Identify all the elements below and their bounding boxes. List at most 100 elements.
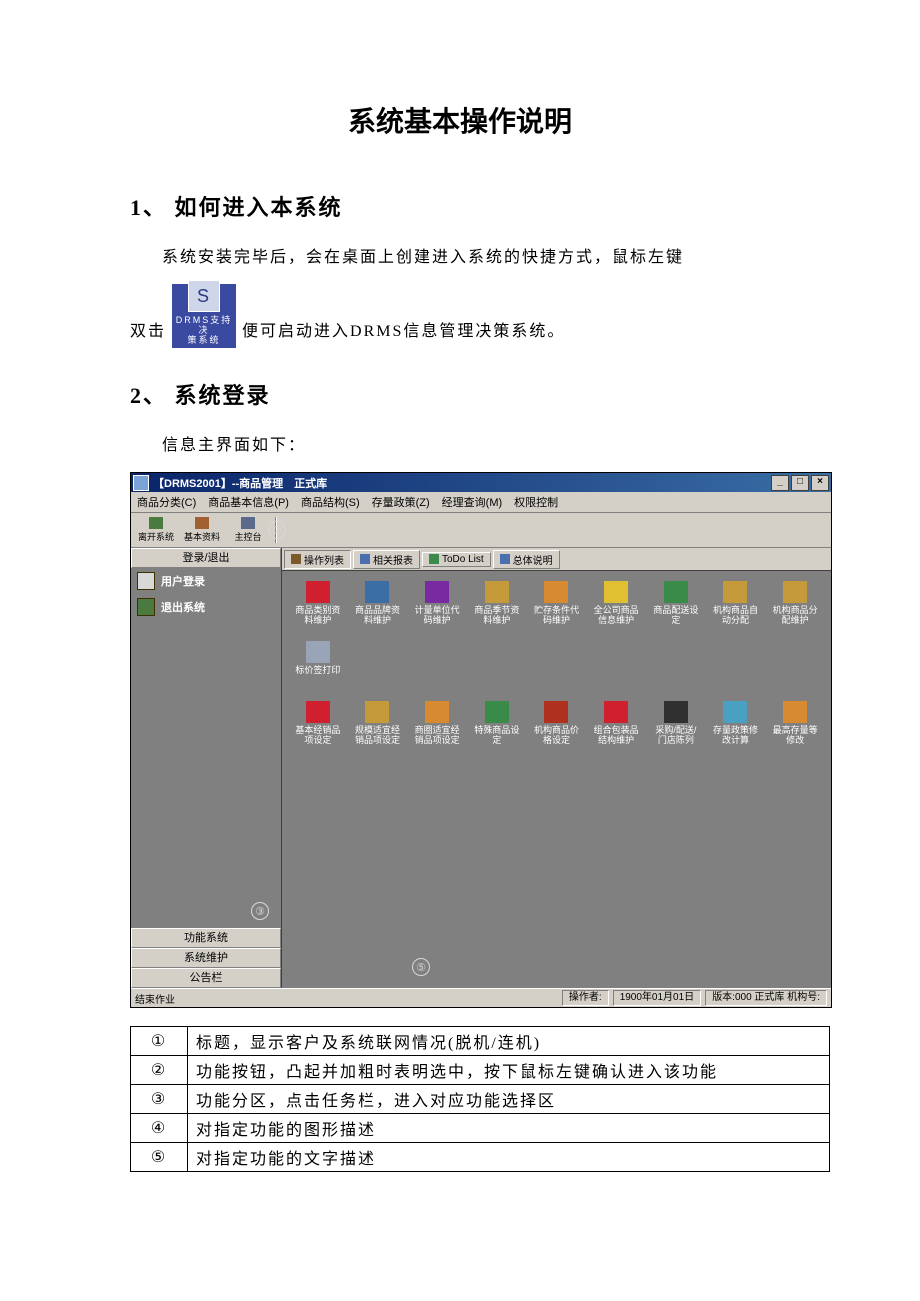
legend-num: ⑤ <box>131 1143 188 1172</box>
table-row: ②功能按钮，凸起并加粗时表明选中，按下鼠标左键确认进入该功能 <box>131 1056 830 1085</box>
app-icon-label: 采购/配送/ 门店陈列 <box>655 726 696 746</box>
function-glyph-icon <box>306 641 330 663</box>
legend-desc: 功能分区，点击任务栏，进入对应功能选择区 <box>188 1085 830 1114</box>
app-function-icon[interactable]: 全公司商品 信息维护 <box>586 581 646 637</box>
statusbar: 结束作业 操作者: 1900年01月01日 版本:000 正式库 机构号: <box>131 988 831 1007</box>
tab-overview[interactable]: 总体说明 <box>493 550 560 569</box>
titlebar: 【DRMS2001】--商品管理 正式库 _ □ × <box>131 473 831 492</box>
table-row: ③功能分区，点击任务栏，进入对应功能选择区 <box>131 1085 830 1114</box>
spacer <box>407 641 467 697</box>
app-function-icon[interactable]: 采购/配送/ 门店陈列 <box>646 701 706 757</box>
app-icon-label: 商圈适宜经 销品项设定 <box>415 726 460 746</box>
function-glyph-icon <box>664 701 688 723</box>
legend-num: ④ <box>131 1114 188 1143</box>
menu-item[interactable]: 存量政策(Z) <box>372 494 430 510</box>
tabstrip: 操作列表 相关报表 ToDo List 总体说明 <box>282 548 831 571</box>
app-function-icon[interactable]: 商圈适宜经 销品项设定 <box>407 701 467 757</box>
app-function-icon[interactable]: 计量单位代 码维护 <box>407 581 467 637</box>
menu-item[interactable]: 经理查询(M) <box>442 494 503 510</box>
app-icon-label: 贮存条件代 码维护 <box>534 606 579 626</box>
toolbar-label: 离开系统 <box>138 530 174 543</box>
table-row: ⑤对指定功能的文字描述 <box>131 1143 830 1172</box>
status-left: 结束作业 <box>135 991 175 1006</box>
function-glyph-icon <box>664 581 688 603</box>
spacer <box>706 641 766 697</box>
menu-item[interactable]: 商品结构(S) <box>301 494 360 510</box>
legend-num: ② <box>131 1056 188 1085</box>
minimize-button[interactable]: _ <box>771 475 789 491</box>
toolbar-basedata-button[interactable]: 基本资料 <box>181 514 223 546</box>
report-icon <box>360 554 370 564</box>
app-icon-label: 机构商品自 动分配 <box>713 606 758 626</box>
app-icon-label: 存量政策修 改计算 <box>713 726 758 746</box>
workspace: 操作列表 相关报表 ToDo List 总体说明 商品类别资 料维护商品品牌资 … <box>282 548 831 988</box>
legend-table: ①标题，显示客户及系统联网情况(脱机/连机) ②功能按钮，凸起并加粗时表明选中，… <box>130 1026 830 1172</box>
app-function-icon[interactable]: 商品配送设 定 <box>646 581 706 637</box>
app-icon-label: 标价签打印 <box>295 666 340 676</box>
app-function-icon[interactable]: 特殊商品设 定 <box>467 701 527 757</box>
app-icon-label: 规模适宜经 销品项设定 <box>355 726 400 746</box>
spacer <box>765 641 825 697</box>
menu-item[interactable]: 权限控制 <box>514 494 558 510</box>
app-function-icon[interactable]: 规模适宜经 销品项设定 <box>348 701 408 757</box>
app-function-icon[interactable]: 标价签打印 <box>288 641 348 697</box>
callout-2: ② <box>268 521 286 539</box>
app-function-icon[interactable]: 基本经销品 项设定 <box>288 701 348 757</box>
grid-icon <box>241 517 255 529</box>
function-glyph-icon <box>783 581 807 603</box>
tab-todo[interactable]: ToDo List <box>422 552 491 567</box>
app-function-icon[interactable]: 商品品牌资 料维护 <box>348 581 408 637</box>
app-function-icon[interactable]: 贮存条件代 码维护 <box>527 581 587 637</box>
spacer <box>348 641 408 697</box>
table-row: ①标题，显示客户及系统联网情况(脱机/连机) <box>131 1027 830 1056</box>
sidebar-header[interactable]: 登录/退出 <box>131 548 281 568</box>
app-icon-label: 机构商品分 配维护 <box>773 606 818 626</box>
sidebar-foot-sysmaint[interactable]: 系统维护 <box>131 948 281 968</box>
app-function-icon[interactable]: 存量政策修 改计算 <box>706 701 766 757</box>
toolbar-leave-button[interactable]: 离开系统 <box>135 514 177 546</box>
para-2b: 便可启动进入DRMS信息管理决策系统。 <box>242 316 565 348</box>
callout-3: ③ <box>251 902 269 920</box>
sidebar: 登录/退出 用户登录 退出系统 ③ 功能系统 系统维护 公告栏 <box>131 548 282 988</box>
app-function-icon[interactable]: 组合包装品 结构维护 <box>586 701 646 757</box>
tab-oplist[interactable]: 操作列表 <box>284 550 351 569</box>
toolbar-console-button[interactable]: 主控台 <box>227 514 269 546</box>
maximize-button[interactable]: □ <box>791 475 809 491</box>
app-icon-label: 特殊商品设 定 <box>474 726 519 746</box>
tab-label: 总体说明 <box>513 552 553 567</box>
toolbar-label: 基本资料 <box>184 530 220 543</box>
function-glyph-icon <box>485 581 509 603</box>
app-icon-label: 组合包装品 结构维护 <box>594 726 639 746</box>
sidebar-item-label: 用户登录 <box>161 573 205 589</box>
sidebar-item-login[interactable]: 用户登录 <box>131 568 281 594</box>
app-function-icon[interactable]: 机构商品分 配维护 <box>765 581 825 637</box>
sidebar-foot-bulletin[interactable]: 公告栏 <box>131 968 281 988</box>
status-date: 1900年01月01日 <box>613 990 702 1006</box>
drms-desktop-shortcut-icon[interactable]: S DRMS支持决 策系统 <box>172 284 236 348</box>
para-3: 信息主界面如下： <box>130 430 790 462</box>
function-glyph-icon <box>544 701 568 723</box>
callout-5: ⑤ <box>412 958 430 976</box>
app-icon-label: 商品品牌资 料维护 <box>355 606 400 626</box>
function-glyph-icon <box>425 701 449 723</box>
heading-2: 2、 系统登录 <box>130 378 790 410</box>
app-function-icon[interactable]: 最高存量等 修改 <box>765 701 825 757</box>
app-function-icon[interactable]: 机构商品自 动分配 <box>706 581 766 637</box>
sidebar-item-exit[interactable]: 退出系统 <box>131 594 281 620</box>
spacer <box>527 641 587 697</box>
sidebar-foot-funcsys[interactable]: 功能系统 <box>131 928 281 948</box>
app-icon-label: 全公司商品 信息维护 <box>594 606 639 626</box>
app-function-icon[interactable]: 机构商品价 格设定 <box>527 701 587 757</box>
legend-num: ③ <box>131 1085 188 1114</box>
login-icon <box>137 572 155 590</box>
menu-item[interactable]: 商品基本信息(P) <box>208 494 289 510</box>
function-glyph-icon <box>604 581 628 603</box>
app-icon-label: 最高存量等 修改 <box>773 726 818 746</box>
tab-reports[interactable]: 相关报表 <box>353 550 420 569</box>
app-function-icon[interactable]: 商品季节资 料维护 <box>467 581 527 637</box>
app-function-icon[interactable]: 商品类别资 料维护 <box>288 581 348 637</box>
close-button[interactable]: × <box>811 475 829 491</box>
shortcut-label: DRMS支持决 策系统 <box>172 316 236 348</box>
menu-item[interactable]: 商品分类(C) <box>137 494 196 510</box>
app-icon-label: 商品类别资 料维护 <box>295 606 340 626</box>
